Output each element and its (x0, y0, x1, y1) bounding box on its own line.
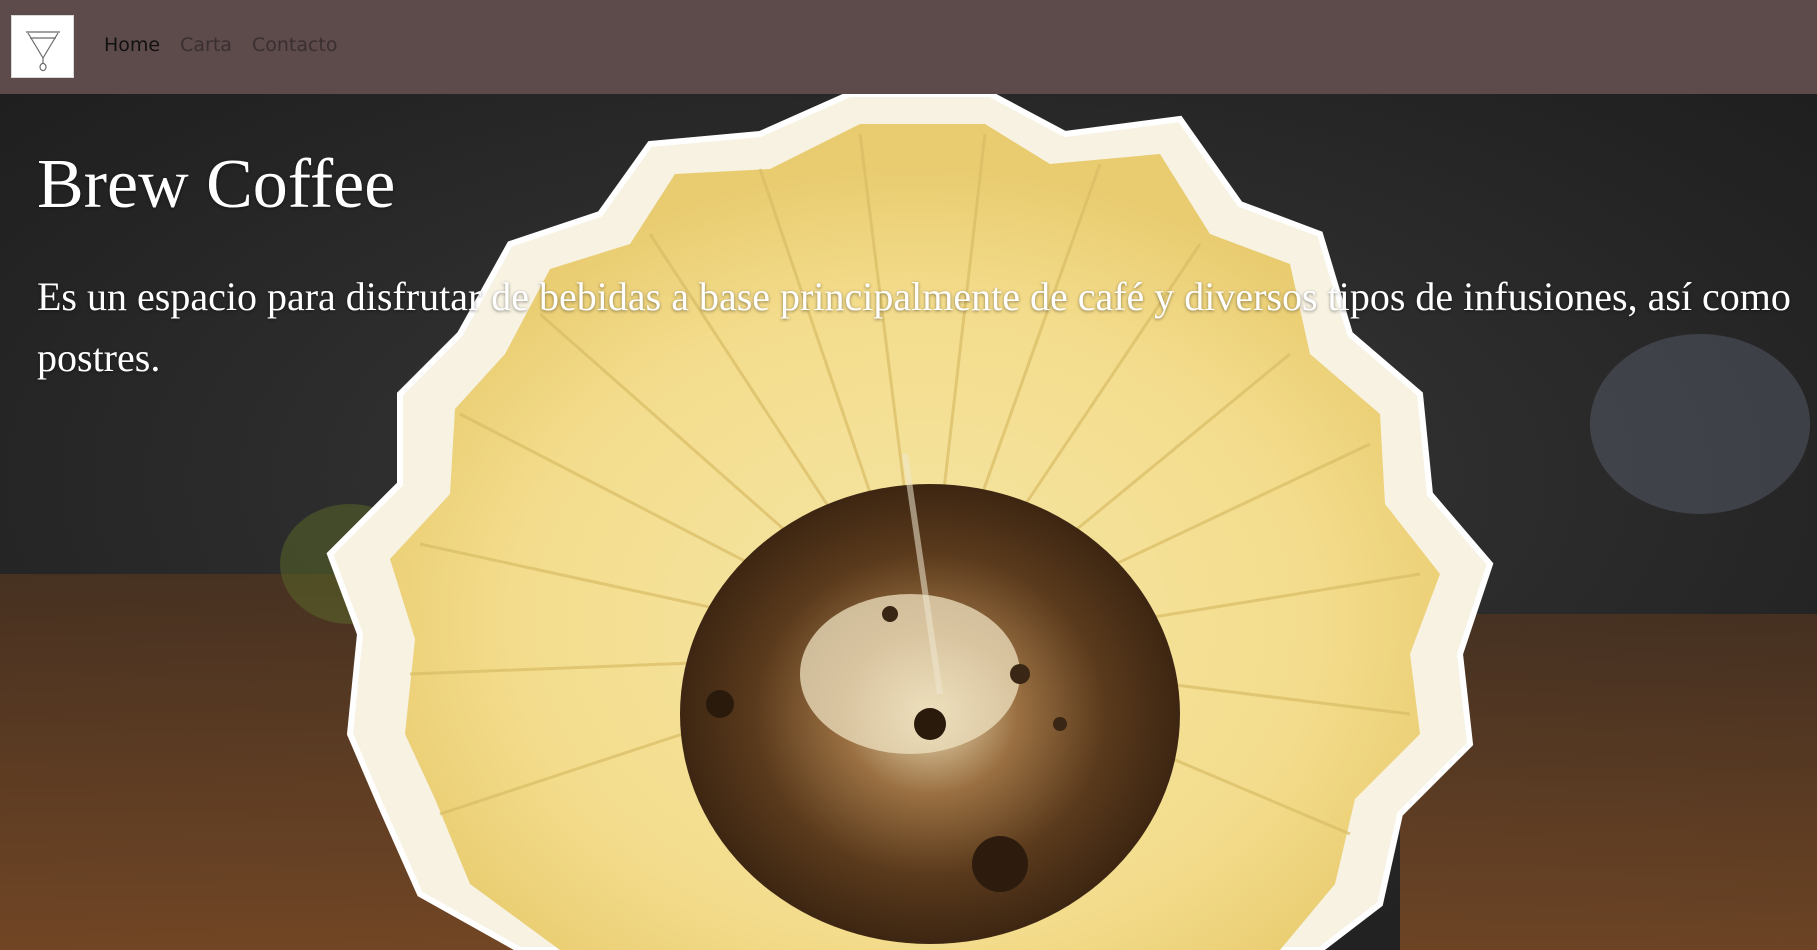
hero-section: Brew Coffee Es un espacio para disfrutar… (0, 94, 1817, 950)
site-logo[interactable] (11, 15, 74, 78)
hero-title: Brew Coffee (37, 146, 396, 223)
hero-text-block: Brew Coffee Es un espacio para disfrutar… (37, 142, 1797, 388)
main-nav: Home Carta Contacto (104, 34, 337, 56)
nav-link-contacto[interactable]: Contacto (252, 34, 338, 56)
pour-over-dripper-icon (26, 31, 60, 72)
top-navbar: Home Carta Contacto (0, 0, 1817, 94)
nav-link-home[interactable]: Home (104, 34, 160, 56)
hero-description: Es un espacio para disfrutar de bebidas … (37, 274, 1791, 380)
nav-link-carta[interactable]: Carta (180, 34, 232, 56)
